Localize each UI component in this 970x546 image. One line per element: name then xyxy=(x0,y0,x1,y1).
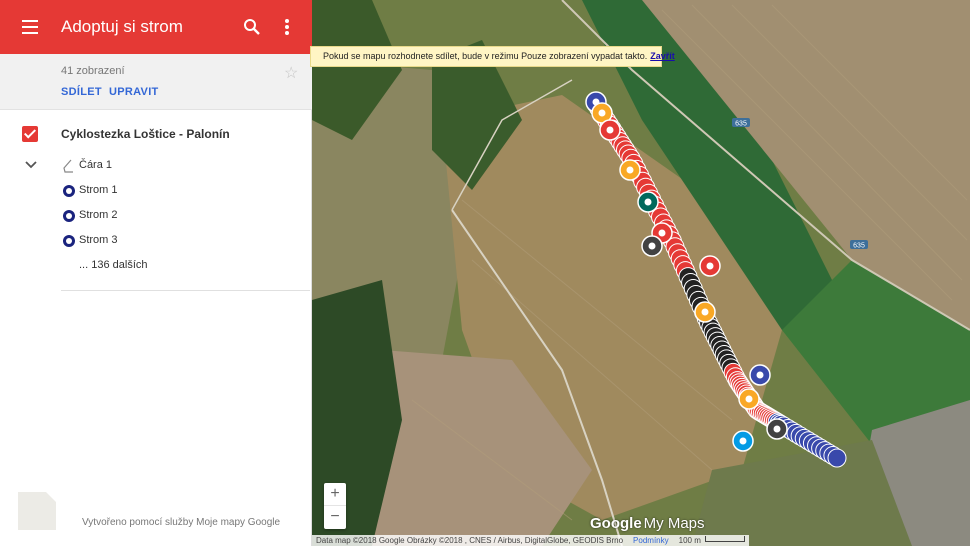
home-marker-icon[interactable] xyxy=(766,418,788,440)
more-vert-icon[interactable] xyxy=(278,17,296,37)
zoom-out-button[interactable]: − xyxy=(324,506,346,529)
edit-button[interactable]: UPRAVIT xyxy=(109,86,159,98)
scale-bar xyxy=(704,536,745,542)
map-canvas[interactable]: 635 635 k xyxy=(312,0,970,546)
google-my-maps-logo: Google My Maps xyxy=(590,515,705,532)
rest-stop-marker-icon[interactable] xyxy=(732,430,754,452)
bike-marker-icon[interactable] xyxy=(738,388,760,410)
sidebar: Adoptuj si strom 41 zobrazení ☆ SDÍLET U… xyxy=(0,0,312,546)
star-icon[interactable]: ☆ xyxy=(284,63,298,83)
feature-tree-1[interactable]: Strom 1 xyxy=(79,184,118,196)
pin-icon xyxy=(63,185,75,197)
app-bar: Adoptuj si strom xyxy=(0,0,312,54)
share-preview-notice: Pokud se mapu rozhodnete sdílet, bude v … xyxy=(310,46,675,67)
tree-marker[interactable] xyxy=(827,448,847,468)
zoom-in-button[interactable]: + xyxy=(324,483,346,506)
more-items-link[interactable]: ... 136 dalších xyxy=(79,259,148,271)
brand-mymaps: My Maps xyxy=(643,515,705,532)
map-info-panel: 41 zobrazení ☆ SDÍLET UPRAVIT xyxy=(0,54,312,110)
divider xyxy=(61,290,310,291)
map-attribution: Data map ©2018 Google Obrázky ©2018 , CN… xyxy=(312,535,749,546)
terms-link[interactable]: Podmínky xyxy=(633,536,669,545)
zoom-control: + − xyxy=(324,483,346,529)
scale-label: 100 m xyxy=(678,536,701,545)
feature-tree-2[interactable]: Strom 2 xyxy=(79,209,118,221)
satellite-imagery: 635 635 xyxy=(312,0,970,546)
pin-icon xyxy=(63,235,75,247)
bike-marker-icon[interactable] xyxy=(694,301,716,323)
map-title[interactable]: Adoptuj si strom xyxy=(61,17,183,37)
feature-line-1[interactable]: Čára 1 xyxy=(79,159,112,171)
road-label: 635 xyxy=(853,243,865,250)
share-button[interactable]: SDÍLET xyxy=(61,86,102,98)
tractor-marker-icon[interactable] xyxy=(749,364,771,386)
feature-tree-3[interactable]: Strom 3 xyxy=(79,234,118,246)
notice-text: Pokud se mapu rozhodnete sdílet, bude v … xyxy=(323,51,648,61)
layer-checkbox[interactable] xyxy=(22,126,38,142)
search-icon[interactable] xyxy=(242,17,262,37)
attribution-text: Data map ©2018 Google Obrázky ©2018 , CN… xyxy=(316,536,624,545)
line-icon xyxy=(61,159,75,173)
hiker-marker-icon[interactable] xyxy=(699,255,721,277)
layer-title[interactable]: Cyklostezka Loštice - Palonín xyxy=(61,127,230,141)
road-label: 635 xyxy=(735,121,747,128)
pin-icon xyxy=(63,210,75,222)
view-count: 41 zobrazení xyxy=(61,65,125,77)
hiker-marker-icon[interactable] xyxy=(637,191,659,213)
brand-google: Google xyxy=(590,515,642,532)
chevron-down-icon[interactable] xyxy=(24,158,38,170)
hamburger-menu-icon[interactable] xyxy=(20,16,42,38)
route-marker-icon[interactable] xyxy=(641,235,663,257)
bike-marker-icon[interactable] xyxy=(619,159,641,181)
created-with-text: Vytvořeno pomocí služby Moje mapy Google xyxy=(82,517,281,528)
close-notice-link[interactable]: Zavřít xyxy=(650,51,675,61)
map-thumbnail xyxy=(18,492,56,530)
bike-marker-icon[interactable] xyxy=(599,119,621,141)
